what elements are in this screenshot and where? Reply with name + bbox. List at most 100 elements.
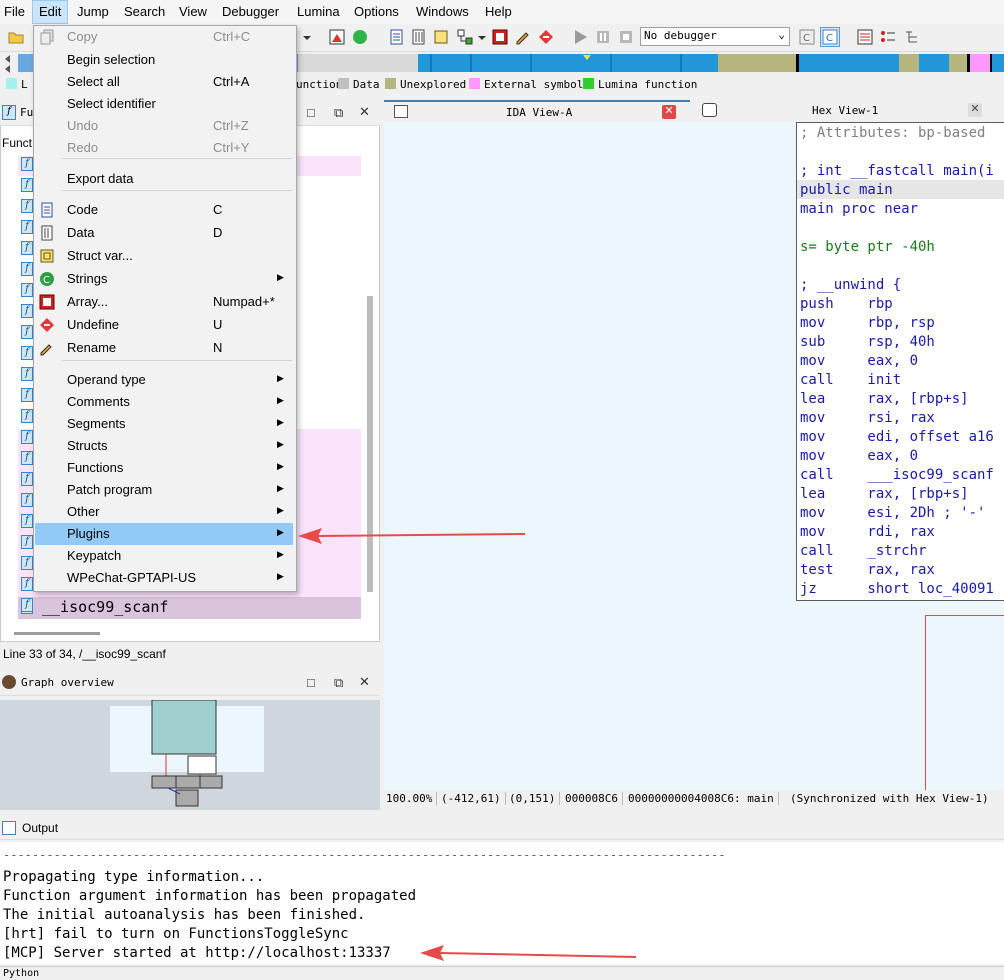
bullet-list-icon[interactable] [878,27,898,47]
menu-help[interactable]: Help [485,4,512,19]
menu-item-undo[interactable]: Undo Ctrl+Z [35,115,293,137]
menu-item-redo[interactable]: Redo Ctrl+Y [35,137,293,159]
menu-file[interactable]: File [4,4,25,19]
functions-hscrollbar[interactable] [14,632,100,635]
python-console-tab[interactable]: Python [0,966,1004,980]
disasm-line[interactable]: mov edi, offset a16 [800,428,994,447]
disasm-line[interactable]: call _strchr [800,542,926,561]
graph-nodes-icon[interactable] [455,27,475,47]
struct-icon[interactable] [431,27,451,47]
graph-image-icon[interactable] [327,27,347,47]
disasm-line[interactable]: mov rdi, rax [800,523,935,542]
maximize-icon[interactable]: □ [307,675,315,690]
menu-item-strings[interactable]: C Strings ▶ [35,268,293,290]
tree-icon[interactable] [902,27,922,47]
functions-panel-title: Fu [20,106,34,119]
menu-lumina[interactable]: Lumina [297,4,340,19]
menu-item-other[interactable]: Other ▶ [35,501,293,523]
menu-jump[interactable]: Jump [77,4,109,19]
code-icon[interactable] [387,27,407,47]
menu-item-rename[interactable]: Rename N [35,337,293,359]
disasm-line[interactable]: mov rsi, rax [800,409,935,428]
disasm-line[interactable]: call init [800,371,901,390]
debugger-select[interactable]: No debugger ⌄ [640,27,790,46]
graph-overview-canvas[interactable] [0,699,380,810]
disasm-line[interactable]: ; int __fastcall main(i [800,162,994,181]
disassembly-block[interactable]: ; Attributes: bp-based ; int __fastcall m… [796,122,1004,601]
list-view-icon[interactable] [855,27,875,47]
menu-item-operand-type[interactable]: Operand type ▶ [35,369,293,391]
menu-item-struct-var[interactable]: Struct var... [35,245,293,267]
menu-edit[interactable]: Edit [39,4,61,19]
menu-item-wpechat-gptapi-us[interactable]: WPeChat-GPTAPI-US ▶ [35,567,293,589]
menu-item-structs[interactable]: Structs ▶ [35,435,293,457]
close-icon[interactable]: ✕ [662,105,676,119]
disasm-line[interactable]: mov eax, 0 [800,447,918,466]
close-icon[interactable]: ✕ [359,104,370,120]
menu-item-copy[interactable]: Copy Ctrl+C [35,26,293,48]
menu-item-select-all[interactable]: Select all Ctrl+A [35,71,293,93]
menu-item-begin-selection[interactable]: Begin selection [35,49,293,71]
restore-icon[interactable]: ⧉ [334,105,343,121]
disasm-line[interactable]: ; __unwind { [800,276,901,295]
output-log[interactable]: ----------------------------------------… [0,842,1004,964]
disasm-line[interactable]: lea rax, [rbp+s] [800,390,969,409]
graph-dropdown-icon[interactable] [476,27,488,47]
restore-icon[interactable]: ⧉ [334,675,343,691]
open-folder-icon[interactable] [6,27,26,47]
menu-item-patch-program[interactable]: Patch program ▶ [35,479,293,501]
disasm-line[interactable]: mov eax, 0 [800,352,918,371]
toolbar-dropdown-icon[interactable] [300,27,314,47]
close-icon[interactable]: ✕ [968,103,982,117]
menu-item-code[interactable]: Code C [35,199,293,221]
menu-item-segments[interactable]: Segments ▶ [35,413,293,435]
menu-item-functions[interactable]: Functions ▶ [35,457,293,479]
disasm-line[interactable]: call ___isoc99_scanf [800,466,994,485]
green-circle-icon[interactable] [350,27,370,47]
menu-item-select-identifier[interactable]: Select identifier [35,93,293,115]
debugger-copy-icon[interactable]: C [797,27,817,47]
menu-windows[interactable]: Windows [416,4,469,19]
disasm-line[interactable]: mov esi, 2Dh ; '-' [800,504,985,523]
function-row-selected[interactable]: f __isoc99_scanf [18,597,361,619]
array-icon[interactable] [490,27,510,47]
menu-search[interactable]: Search [124,4,165,19]
functions-scrollbar[interactable] [367,296,373,592]
data-icon[interactable] [409,27,429,47]
menu-view[interactable]: View [179,4,207,19]
disasm-line[interactable]: jz short loc_40091 [800,580,994,599]
sync-icon[interactable]: C [820,27,840,47]
disasm-line[interactable]: push rbp [800,295,893,314]
tab-ida-view-a[interactable]: IDA View-A ✕ [384,100,690,122]
menu-item-label: Export data [67,171,134,186]
menu-item-keypatch[interactable]: Keypatch ▶ [35,545,293,567]
menu-item-shortcut: N [213,340,223,355]
close-icon[interactable]: ✕ [359,674,370,690]
undefine-icon[interactable] [536,27,556,47]
menu-item-data[interactable]: Data D [35,222,293,244]
disasm-line[interactable]: test rax, rax [800,561,935,580]
disasm-line[interactable]: lea rax, [rbp+s] [800,485,969,504]
disasm-line[interactable]: mov rbp, rsp [800,314,935,333]
menu-item-comments[interactable]: Comments ▶ [35,391,293,413]
rename-icon[interactable] [513,27,533,47]
menu-item-array[interactable]: Array... Numpad+* [35,291,293,313]
pause-icon[interactable] [593,27,613,47]
menu-item-label: Other [67,504,100,519]
tab-hex-view-1[interactable]: Hex View-1 ✕ [692,100,996,122]
graph-offset: (0,151) [509,792,561,805]
menu-item-export-data[interactable]: Export data [35,168,293,190]
disasm-line[interactable]: sub rsp, 40h [800,333,935,352]
menu-item-undefine[interactable]: Undefine U [35,314,293,336]
disasm-line[interactable]: ; Attributes: bp-based [800,124,985,143]
menu-options[interactable]: Options [354,4,399,19]
menu-item-plugins[interactable]: Plugins ▶ [35,523,293,545]
disasm-line[interactable]: s= byte ptr -40h [800,238,935,257]
stop-icon[interactable] [616,27,636,47]
maximize-icon[interactable]: □ [307,105,315,120]
disasm-line[interactable]: main proc near [800,200,918,219]
play-icon[interactable] [570,27,590,47]
disasm-line[interactable]: public main [800,181,893,200]
legend-item-first: L [6,78,28,91]
menu-debugger[interactable]: Debugger [222,4,279,19]
